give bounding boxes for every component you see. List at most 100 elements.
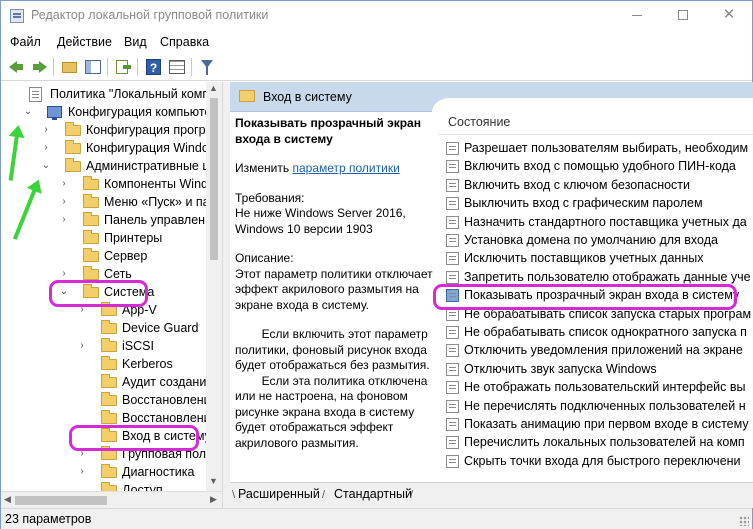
setting-row[interactable]: Перечислить локальных пользователей на к… bbox=[438, 433, 753, 451]
description-text: Этот параметр политики отключает эффект … bbox=[235, 266, 433, 312]
up-level-button[interactable] bbox=[59, 57, 79, 77]
scroll-left-icon[interactable]: ◀ bbox=[4, 494, 11, 505]
chevron-right-icon[interactable] bbox=[77, 481, 87, 491]
folder-icon bbox=[83, 212, 99, 226]
policy-setting-icon bbox=[446, 326, 459, 339]
menu-help[interactable]: Справка bbox=[160, 35, 209, 49]
chevron-right-icon[interactable] bbox=[77, 373, 87, 391]
computer-icon bbox=[47, 106, 62, 120]
tree-vertical-scrollbar[interactable]: ▲ ▼ bbox=[206, 82, 222, 491]
tree-horizontal-scrollbar[interactable]: ◀ ▶ bbox=[1, 491, 222, 508]
chevron-right-icon[interactable]: › bbox=[41, 139, 51, 157]
setting-row[interactable]: Скрыть точки входа для быстрого переключ… bbox=[438, 452, 753, 470]
chevron-right-icon[interactable] bbox=[77, 355, 87, 373]
tree-item-label: iSCSI bbox=[122, 339, 154, 353]
forward-button[interactable] bbox=[29, 57, 49, 77]
setting-row[interactable]: Исключить поставщиков учетных данных bbox=[438, 249, 753, 267]
policy-setting-icon bbox=[446, 436, 459, 450]
chevron-right-icon[interactable]: › bbox=[77, 337, 87, 355]
tree-item-label: Восстановление bbox=[122, 393, 218, 407]
properties-button[interactable] bbox=[167, 57, 187, 77]
setting-label: Показать анимацию при первом входе в сис… bbox=[464, 417, 749, 431]
setting-label: Выключить вход с графическим паролем bbox=[464, 196, 703, 211]
setting-row[interactable]: Установка домена по умолчанию для входа bbox=[438, 231, 753, 249]
setting-row[interactable]: Отключить уведомления приложений на экра… bbox=[438, 341, 753, 359]
setting-row[interactable]: Включить вход с ключом безопасности bbox=[438, 176, 753, 194]
scroll-thumb[interactable] bbox=[210, 98, 218, 260]
tab-extended[interactable]: Расширенный bbox=[238, 487, 320, 501]
policy-setting-icon bbox=[446, 344, 459, 358]
filter-button[interactable] bbox=[197, 57, 217, 77]
scroll-right-icon[interactable]: ▶ bbox=[210, 494, 217, 505]
setting-row[interactable]: Не отображать пользовательский интерфейс… bbox=[438, 378, 753, 396]
chevron-right-icon[interactable]: › bbox=[41, 121, 51, 139]
forward-arrow-icon bbox=[33, 61, 47, 73]
status-text: 23 параметров bbox=[5, 512, 92, 526]
edit-policy-link[interactable]: параметр политики bbox=[292, 161, 399, 175]
chevron-down-icon[interactable]: ⌄ bbox=[23, 103, 33, 121]
scroll-thumb[interactable] bbox=[15, 496, 107, 505]
scroll-up-icon[interactable]: ▲ bbox=[209, 83, 218, 93]
folder-icon bbox=[65, 140, 81, 154]
setting-row[interactable]: Назначить стандартного поставщика учетны… bbox=[438, 213, 753, 231]
pane-splitter[interactable] bbox=[222, 82, 230, 508]
highlight-ring-system bbox=[49, 280, 148, 307]
folder-icon bbox=[83, 266, 99, 280]
back-button[interactable] bbox=[7, 57, 27, 77]
setting-label: Не отображать пользовательский интерфейс… bbox=[464, 380, 746, 395]
setting-label: Скрыть точки входа для быстрого переключ… bbox=[464, 453, 741, 468]
chevron-down-icon[interactable]: ⌄ bbox=[41, 157, 51, 175]
export-list-button[interactable] bbox=[113, 57, 133, 77]
minimize-icon bbox=[632, 14, 642, 16]
maximize-button[interactable] bbox=[660, 1, 706, 31]
chevron-right-icon[interactable]: › bbox=[59, 193, 69, 211]
up-folder-icon bbox=[62, 62, 77, 73]
chevron-right-icon[interactable] bbox=[77, 319, 87, 337]
menu-action[interactable]: Действие bbox=[57, 35, 112, 49]
tree-item-label: Kerberos bbox=[122, 357, 173, 371]
folder-icon bbox=[101, 338, 117, 352]
status-bar: 23 параметров bbox=[1, 508, 752, 529]
chevron-right-icon[interactable] bbox=[59, 247, 69, 265]
setting-label: Не перечислять подключенных пользователе… bbox=[464, 398, 746, 413]
chevron-right-icon[interactable]: › bbox=[59, 211, 69, 229]
chevron-right-icon[interactable] bbox=[59, 229, 69, 247]
setting-row[interactable]: Не перечислять подключенных пользователе… bbox=[438, 397, 753, 415]
resize-grip-icon[interactable] bbox=[739, 516, 749, 526]
setting-row[interactable]: Разрешает пользователям выбирать, необхо… bbox=[438, 139, 753, 157]
tree-item-label: Конфигурация компьютера bbox=[68, 105, 222, 119]
setting-row[interactable]: Не обрабатывать список однократного запу… bbox=[438, 323, 753, 341]
tree-item-label: Device Guard bbox=[122, 321, 199, 335]
folder-icon bbox=[101, 320, 117, 334]
chevron-right-icon[interactable] bbox=[5, 85, 15, 103]
details-header: Вход в систему bbox=[230, 82, 753, 114]
close-button[interactable]: ✕ bbox=[706, 1, 752, 31]
setting-row[interactable]: Отключить звук запуска Windows bbox=[438, 360, 753, 378]
column-header-state[interactable]: Состояние bbox=[448, 115, 510, 129]
setting-row[interactable]: Включить вход с помощью удобного ПИН-код… bbox=[438, 157, 753, 175]
policy-setting-icon bbox=[446, 197, 459, 211]
tree-item-label: Конфигурация Windows bbox=[86, 141, 222, 155]
menu-view[interactable]: Вид bbox=[124, 35, 147, 49]
description-disabled-text: Если эта политика отключена или не настр… bbox=[235, 373, 431, 450]
app-icon bbox=[10, 9, 24, 23]
setting-row[interactable]: Показать анимацию при первом входе в сис… bbox=[438, 415, 753, 433]
scroll-down-icon[interactable]: ▼ bbox=[209, 476, 218, 486]
tab-right-mark: / bbox=[322, 489, 326, 501]
setting-row[interactable]: Выключить вход с графическим паролем bbox=[438, 194, 753, 212]
description-enabled-text: Если включить этот параметр политики, фо… bbox=[235, 327, 432, 372]
help-icon: ? bbox=[146, 59, 161, 75]
menu-file[interactable]: Файл bbox=[10, 35, 41, 49]
chevron-right-icon[interactable]: › bbox=[77, 463, 87, 481]
chevron-right-icon[interactable] bbox=[77, 391, 87, 409]
policy-description: Показывать прозрачный экран входа в сист… bbox=[235, 116, 435, 451]
title-bar[interactable]: Редактор локальной групповой политики ✕ bbox=[1, 1, 752, 31]
minimize-button[interactable] bbox=[614, 1, 660, 31]
help-button[interactable]: ? bbox=[143, 57, 163, 77]
maximize-icon bbox=[678, 10, 688, 21]
show-tree-button[interactable] bbox=[83, 57, 103, 77]
folder-icon bbox=[65, 122, 81, 136]
chevron-right-icon[interactable]: › bbox=[59, 175, 69, 193]
back-arrow-icon bbox=[9, 61, 23, 73]
tab-standard[interactable]: Стандартный bbox=[334, 487, 412, 501]
